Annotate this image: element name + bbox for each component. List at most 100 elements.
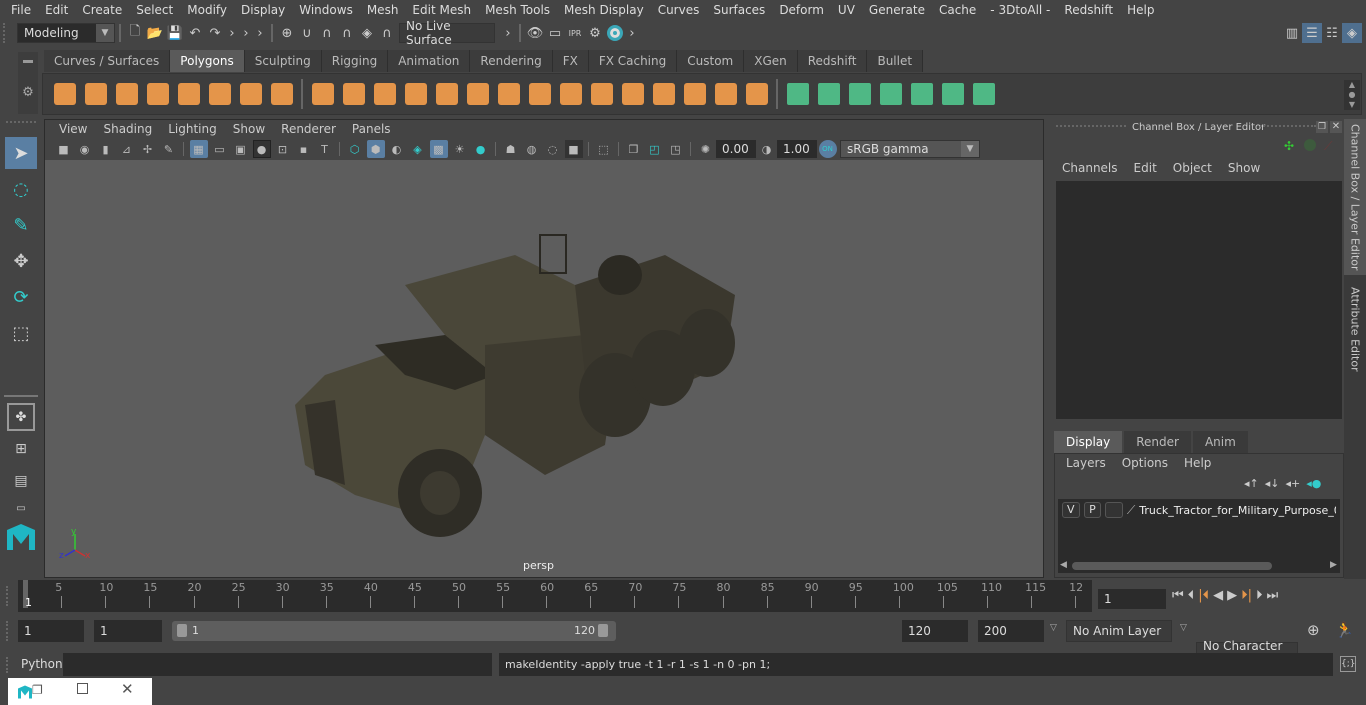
bridge-icon[interactable] bbox=[558, 81, 584, 107]
modeling-toolkit-icon[interactable]: ▥ bbox=[1282, 23, 1302, 43]
fill-hole-icon[interactable] bbox=[651, 81, 677, 107]
quadrangulate-icon[interactable] bbox=[713, 81, 739, 107]
uv-editor-icon[interactable] bbox=[940, 81, 966, 107]
shelf-tab-animation[interactable]: Animation bbox=[388, 50, 471, 72]
viewport-panel[interactable]: View Shading Lighting Show Renderer Panels ■ … bbox=[44, 119, 1044, 578]
smooth-shade-icon[interactable]: ⬢ bbox=[366, 140, 385, 158]
shelf-tab-polygons[interactable]: Polygons bbox=[170, 50, 245, 72]
bevel-icon[interactable] bbox=[465, 81, 491, 107]
layer-menu-layers[interactable]: Layers bbox=[1058, 456, 1114, 470]
shelf-gear-icon[interactable]: ⚙ bbox=[22, 85, 34, 100]
ambient-occlusion-icon[interactable]: ☗ bbox=[502, 140, 520, 158]
scroll-thumb[interactable] bbox=[1072, 562, 1272, 570]
menu-modify[interactable]: Modify bbox=[180, 3, 234, 17]
exposure-icon[interactable]: ✺ bbox=[697, 140, 715, 158]
scale-tool-icon[interactable]: ⬚ bbox=[5, 317, 37, 349]
shadows-icon[interactable]: ● bbox=[472, 140, 490, 158]
move-layer-down-icon[interactable]: ◂↓ bbox=[1265, 477, 1280, 490]
step-forward-frame-icon[interactable]: ⏵ bbox=[1256, 588, 1263, 603]
textured-icon[interactable]: ▩ bbox=[429, 140, 448, 158]
script-editor-icon[interactable]: {;} bbox=[1340, 656, 1356, 672]
viewport-menu-panels[interactable]: Panels bbox=[344, 122, 399, 136]
viewport-menu-renderer[interactable]: Renderer bbox=[273, 122, 344, 136]
tab-attribute-editor[interactable]: Attribute Editor bbox=[1344, 279, 1366, 379]
poly-torus-icon[interactable] bbox=[207, 81, 233, 107]
tool-settings-icon[interactable]: ☷ bbox=[1322, 23, 1342, 43]
shelf-tab-sculpting[interactable]: Sculpting bbox=[244, 50, 322, 72]
drag-handle[interactable] bbox=[0, 580, 18, 612]
layer-color-swatch[interactable]: ⟋ bbox=[1127, 503, 1135, 518]
ipr-render-icon[interactable]: IPR bbox=[565, 23, 585, 43]
menu-3dtoall[interactable]: - 3DtoAll - bbox=[983, 3, 1057, 17]
poly-cylinder-icon[interactable] bbox=[114, 81, 140, 107]
four-view-layout-icon[interactable]: ⊞ bbox=[5, 435, 37, 463]
truck-model[interactable] bbox=[285, 225, 745, 545]
menu-mesh-tools[interactable]: Mesh Tools bbox=[478, 3, 557, 17]
spherical-uv-icon[interactable] bbox=[847, 81, 873, 107]
poly-sphere-icon[interactable] bbox=[52, 81, 78, 107]
menu-edit-mesh[interactable]: Edit Mesh bbox=[405, 3, 478, 17]
maximize-icon[interactable] bbox=[77, 683, 88, 694]
collapse-arrow-icon[interactable]: › bbox=[501, 23, 515, 43]
layer-tab-render[interactable]: Render bbox=[1124, 431, 1191, 453]
render-settings-icon[interactable]: ⚙ bbox=[585, 23, 605, 43]
layer-row[interactable]: V P ⟋ Truck_Tractor_for_Military_Purpose_0 bbox=[1058, 499, 1340, 521]
layer-display-type-toggle[interactable] bbox=[1105, 502, 1123, 518]
mirror-icon[interactable] bbox=[372, 81, 398, 107]
menu-curves[interactable]: Curves bbox=[651, 3, 707, 17]
default-material-icon[interactable]: ◐ bbox=[388, 140, 406, 158]
menu-surfaces[interactable]: Surfaces bbox=[706, 3, 772, 17]
new-empty-layer-icon[interactable]: ◂+ bbox=[1286, 477, 1301, 490]
bookmark-icon[interactable]: ▮ bbox=[97, 140, 115, 158]
layer-tab-display[interactable]: Display bbox=[1054, 431, 1123, 453]
viewport-menu-lighting[interactable]: Lighting bbox=[160, 122, 225, 136]
single-perspective-layout-icon[interactable]: ✤ bbox=[7, 403, 35, 431]
step-back-key-icon[interactable]: |⏴ bbox=[1198, 588, 1209, 603]
layer-scrollbar[interactable]: ◀ ▶ bbox=[1058, 559, 1340, 573]
menu-edit[interactable]: Edit bbox=[38, 3, 75, 17]
multicut-icon[interactable] bbox=[496, 81, 522, 107]
command-input[interactable] bbox=[63, 653, 492, 676]
xray-icon[interactable]: ❐ bbox=[625, 140, 643, 158]
triangulate-icon[interactable] bbox=[682, 81, 708, 107]
layer-name[interactable]: Truck_Tractor_for_Military_Purpose_0 bbox=[1139, 504, 1336, 517]
channel-list[interactable] bbox=[1056, 181, 1342, 419]
menu-select[interactable]: Select bbox=[129, 3, 180, 17]
close-icon[interactable]: ✕ bbox=[121, 680, 134, 698]
undo-icon[interactable]: ↶ bbox=[185, 23, 205, 43]
shelf-scroll[interactable]: ▲ ● ▼ bbox=[1344, 80, 1360, 110]
grid-toggle-icon[interactable]: ▦ bbox=[189, 140, 208, 158]
sew-uv-icon[interactable] bbox=[971, 81, 997, 107]
poly-plane-icon[interactable] bbox=[176, 81, 202, 107]
menu-deform[interactable]: Deform bbox=[772, 3, 831, 17]
new-layer-from-selection-icon[interactable]: ◂● bbox=[1306, 477, 1321, 490]
planar-uv-icon[interactable] bbox=[785, 81, 811, 107]
resolution-gate-icon[interactable]: ▣ bbox=[232, 140, 250, 158]
hypershade-icon[interactable] bbox=[605, 23, 625, 43]
float-panel-icon[interactable]: ❐ bbox=[1316, 121, 1328, 133]
menu-create[interactable]: Create bbox=[75, 3, 129, 17]
snap-point-icon[interactable]: ∩ bbox=[317, 23, 337, 43]
viewport-menu-shading[interactable]: Shading bbox=[95, 122, 160, 136]
snap-curve-icon[interactable]: ∪ bbox=[297, 23, 317, 43]
motion-blur-icon[interactable]: ◍ bbox=[523, 140, 541, 158]
channel-menu-channels[interactable]: Channels bbox=[1054, 161, 1126, 175]
grease-pencil-icon[interactable]: ✎ bbox=[160, 140, 178, 158]
smooth-icon[interactable] bbox=[403, 81, 429, 107]
layer-playback-toggle[interactable]: P bbox=[1083, 502, 1102, 518]
menu-mesh-display[interactable]: Mesh Display bbox=[557, 3, 651, 17]
speed-icon[interactable] bbox=[1304, 139, 1316, 151]
range-start-handle[interactable] bbox=[177, 624, 187, 637]
shelf-tab-custom[interactable]: Custom bbox=[677, 50, 745, 72]
use-all-lights-icon[interactable]: ☀ bbox=[451, 140, 469, 158]
menu-display[interactable]: Display bbox=[234, 3, 292, 17]
play-backwards-icon[interactable]: ◀ bbox=[1213, 588, 1223, 603]
xray-active-components-icon[interactable]: ◳ bbox=[667, 140, 685, 158]
current-frame-field[interactable]: 1 bbox=[1098, 589, 1166, 609]
wireframe-icon[interactable]: ⬡ bbox=[346, 140, 364, 158]
playback-end-field[interactable]: 120 bbox=[902, 620, 968, 642]
menu-uv[interactable]: UV bbox=[831, 3, 862, 17]
gamma-icon[interactable]: ◑ bbox=[758, 140, 776, 158]
shelf-tab-rendering[interactable]: Rendering bbox=[470, 50, 553, 72]
color-space-dropdown[interactable]: sRGB gamma ▼ bbox=[840, 140, 980, 158]
